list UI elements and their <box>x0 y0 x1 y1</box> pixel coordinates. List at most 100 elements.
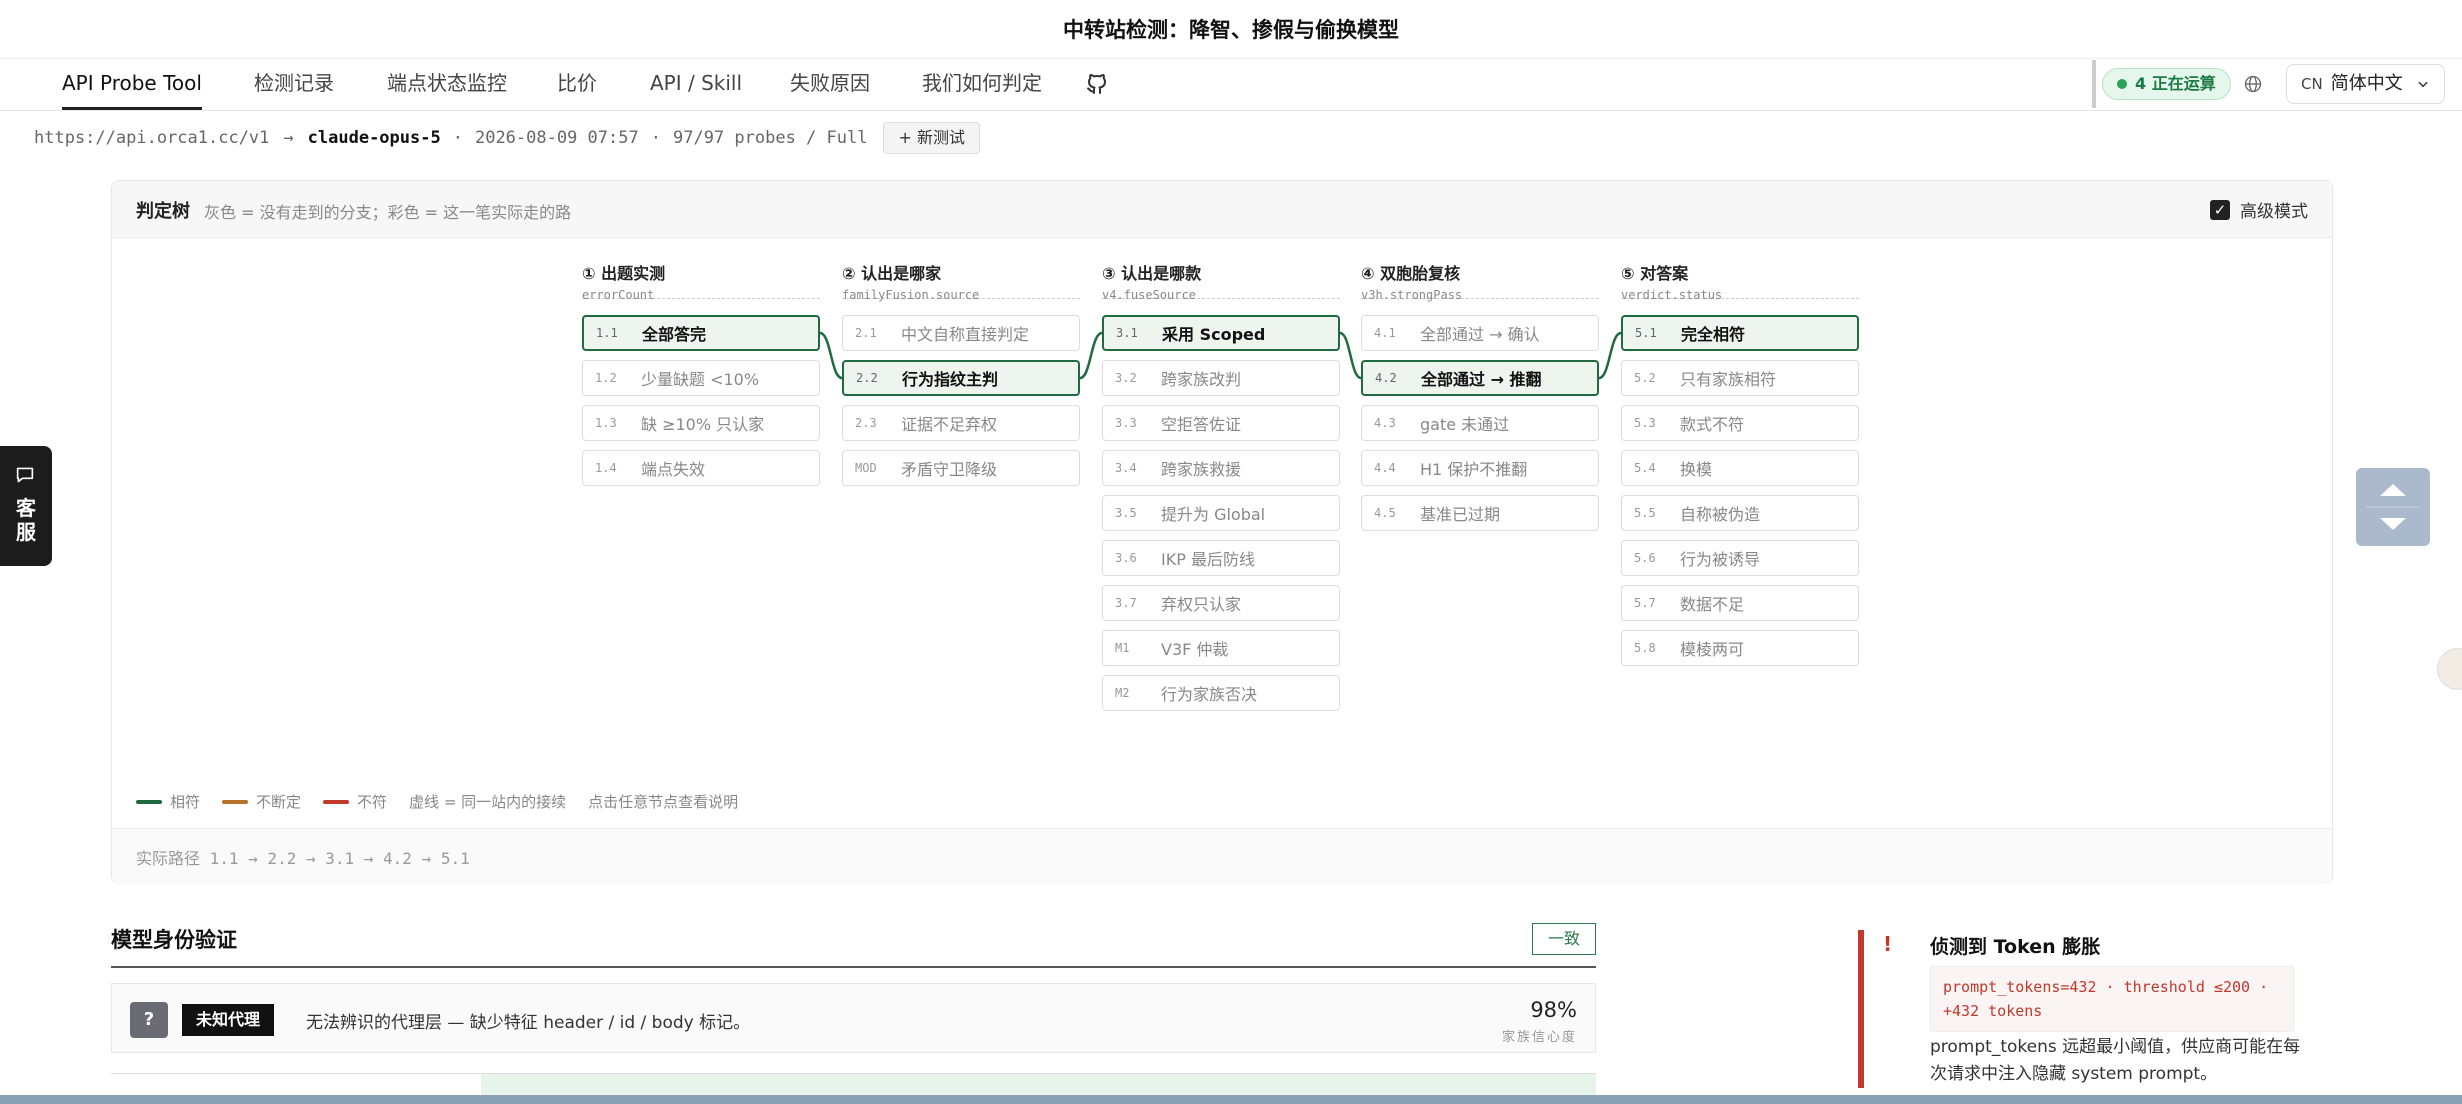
tree-node[interactable]: 4.4 H1 保护不推翻 <box>1361 450 1599 486</box>
tree-node[interactable]: 3.4 跨家族救援 <box>1102 450 1340 486</box>
tree-node[interactable]: 1.3 缺 ≥10% 只认家 <box>582 405 820 441</box>
tree-node[interactable]: M1 V3F 仲裁 <box>1102 630 1340 666</box>
decision-tree-subtitle: 灰色 = 没有走到的分支；彩色 = 这一笔实际走的路 <box>204 203 572 222</box>
scroll-down-icon[interactable] <box>2380 518 2406 530</box>
tree-node-label: 跨家族改判 <box>1161 370 1242 389</box>
advanced-mode-toggle[interactable]: ✓ 高级模式 <box>2210 197 2308 222</box>
tree-node[interactable]: 4.3 gate 未通过 <box>1361 405 1599 441</box>
legend-match: 相符 <box>136 791 200 812</box>
tree-column-header: ④ 双胞胎复核 v3h.strongPass <box>1361 260 1599 302</box>
running-status-badge[interactable]: 4 正在运算 <box>2102 68 2231 100</box>
scroll-control <box>2356 468 2430 546</box>
tree-column-title: ⑤ 对答案 <box>1621 264 1689 283</box>
tree-node-id: 5.1 <box>1635 326 1657 340</box>
tree-node-id: 4.4 <box>1374 461 1396 475</box>
tab-api-skill[interactable]: API / Skill <box>650 58 742 110</box>
tree-node[interactable]: 5.3 款式不符 <box>1621 405 1859 441</box>
tree-node[interactable]: 3.6 IKP 最后防线 <box>1102 540 1340 576</box>
tree-node[interactable]: 5.7 数据不足 <box>1621 585 1859 621</box>
run-sep: · <box>452 128 463 148</box>
tree-node-label: 基准已过期 <box>1420 505 1501 524</box>
tree-node-id: 4.3 <box>1374 416 1396 430</box>
github-icon[interactable] <box>1085 72 1109 96</box>
run-arrow: → <box>283 128 294 148</box>
run-breadcrumb: https://api.orca1.cc/v1 → claude-opus-5 … <box>34 122 980 154</box>
tree-node[interactable]: 1.2 少量缺题 <10% <box>582 360 820 396</box>
checkbox-checked-icon[interactable]: ✓ <box>2210 199 2230 220</box>
tree-node[interactable]: 3.2 跨家族改判 <box>1102 360 1340 396</box>
tree-node-label: 缺 ≥10% 只认家 <box>641 415 765 434</box>
tree-node[interactable]: 2.3 证据不足弃权 <box>842 405 1080 441</box>
tree-node-id: 3.4 <box>1115 461 1137 475</box>
actual-path: 实际路径 1.1 → 2.2 → 3.1 → 4.2 → 5.1 <box>136 849 470 868</box>
tree-node-id: M1 <box>1115 641 1130 655</box>
scroll-arrows <box>2366 484 2420 530</box>
tree-column-header: ⑤ 对答案 verdict.status <box>1621 260 1859 302</box>
tree-node-label: 矛盾守卫降级 <box>901 460 998 479</box>
tree-column-field: errorCount <box>582 288 655 302</box>
tree-node[interactable]: MOD 矛盾守卫降级 <box>842 450 1080 486</box>
running-dot-icon <box>2117 79 2127 89</box>
tree-node-label: IKP 最后防线 <box>1161 550 1255 569</box>
tree-node[interactable]: 5.4 换模 <box>1621 450 1859 486</box>
legend-mismatch-line <box>323 799 350 804</box>
new-test-button[interactable]: + 新测试 <box>883 122 980 154</box>
decision-tree-header: 判定树 灰色 = 没有走到的分支；彩色 = 这一笔实际走的路 ✓ 高级模式 <box>112 181 2332 238</box>
scroll-up-icon[interactable] <box>2380 484 2406 496</box>
alert-accent-bar <box>1858 930 1864 1088</box>
tree-node-label: 行为指纹主判 <box>902 370 999 389</box>
tree-node[interactable]: 5.1 完全相符 <box>1621 315 1859 351</box>
tab-records[interactable]: 检测记录 <box>254 58 334 110</box>
tree-node-id: 2.1 <box>855 326 877 340</box>
chevron-down-icon <box>2418 81 2429 88</box>
language-select[interactable]: CN 简体中文 <box>2286 64 2446 104</box>
tree-node[interactable]: 1.4 端点失效 <box>582 450 820 486</box>
tree-column-title: ① 出题实测 <box>582 264 666 283</box>
tree-node[interactable]: 4.2 全部通过 → 推翻 <box>1361 360 1599 396</box>
question-icon: ? <box>130 1002 168 1038</box>
globe-icon[interactable] <box>2243 74 2263 94</box>
tree-node[interactable]: 5.6 行为被诱导 <box>1621 540 1859 576</box>
tree-node[interactable]: 5.2 只有家族相符 <box>1621 360 1859 396</box>
tree-node-label: 跨家族救援 <box>1161 460 1242 479</box>
tree-node[interactable]: 3.3 空拒答佐证 <box>1102 405 1340 441</box>
tree-node[interactable]: 3.7 弃权只认家 <box>1102 585 1340 621</box>
tree-node-id: 5.5 <box>1634 506 1656 520</box>
run-probes: 97/97 probes / Full <box>672 128 868 148</box>
tree-node-id: 2.2 <box>856 371 878 385</box>
tab-failure-reasons[interactable]: 失败原因 <box>790 58 870 110</box>
customer-service-tab[interactable]: 客服 <box>0 446 52 566</box>
tree-node[interactable]: 5.8 模棱两可 <box>1621 630 1859 666</box>
legend-match-line <box>136 799 162 804</box>
tree-node[interactable]: M2 行为家族否决 <box>1102 675 1340 711</box>
tree-node-id: 1.3 <box>595 416 617 430</box>
tree-node[interactable]: 2.2 行为指纹主判 <box>842 360 1080 396</box>
tree-node[interactable]: 4.1 全部通过 → 确认 <box>1361 315 1599 351</box>
tree-node-id: 5.6 <box>1634 551 1656 565</box>
legend-uncertain: 不断定 <box>222 791 301 812</box>
legend-mismatch: 不符 <box>323 791 387 812</box>
tree-node-label: 少量缺题 <10% <box>641 370 760 389</box>
window-bottom-edge <box>0 1095 2462 1104</box>
legend-uncertain-label: 不断定 <box>256 793 302 811</box>
tab-how-we-judge[interactable]: 我们如何判定 <box>922 58 1042 110</box>
tree-node[interactable]: 3.5 提升为 Global <box>1102 495 1340 531</box>
tree-node-id: 3.5 <box>1115 506 1137 520</box>
tree-node[interactable]: 2.1 中文自称直接判定 <box>842 315 1080 351</box>
tab-endpoint-status[interactable]: 端点状态监控 <box>387 58 507 110</box>
tree-node[interactable]: 4.5 基准已过期 <box>1361 495 1599 531</box>
tree-column-title: ② 认出是哪家 <box>842 264 942 283</box>
floating-avatar[interactable] <box>2437 648 2462 690</box>
tab-api-probe-tool[interactable]: API Probe Tool <box>62 58 202 110</box>
tree-column-field: verdict.status <box>1621 288 1723 302</box>
tree-node[interactable]: 5.5 自称被伪造 <box>1621 495 1859 531</box>
run-model: claude-opus-5 <box>307 128 441 148</box>
run-datetime: 2026-08-09 07:57 <box>474 128 639 148</box>
tree-node[interactable]: 3.1 采用 Scoped <box>1102 315 1340 351</box>
decision-tree-title: 判定树 <box>136 201 190 222</box>
app-title-bar: 中转站检测：降智、掺假与偷换模型 <box>0 0 2462 59</box>
tab-price-compare[interactable]: 比价 <box>557 58 597 110</box>
tree-node-label: 只有家族相符 <box>1680 370 1777 389</box>
tree-column-field: familyFusion.source <box>842 288 980 302</box>
tree-node[interactable]: 1.1 全部答完 <box>582 315 820 351</box>
